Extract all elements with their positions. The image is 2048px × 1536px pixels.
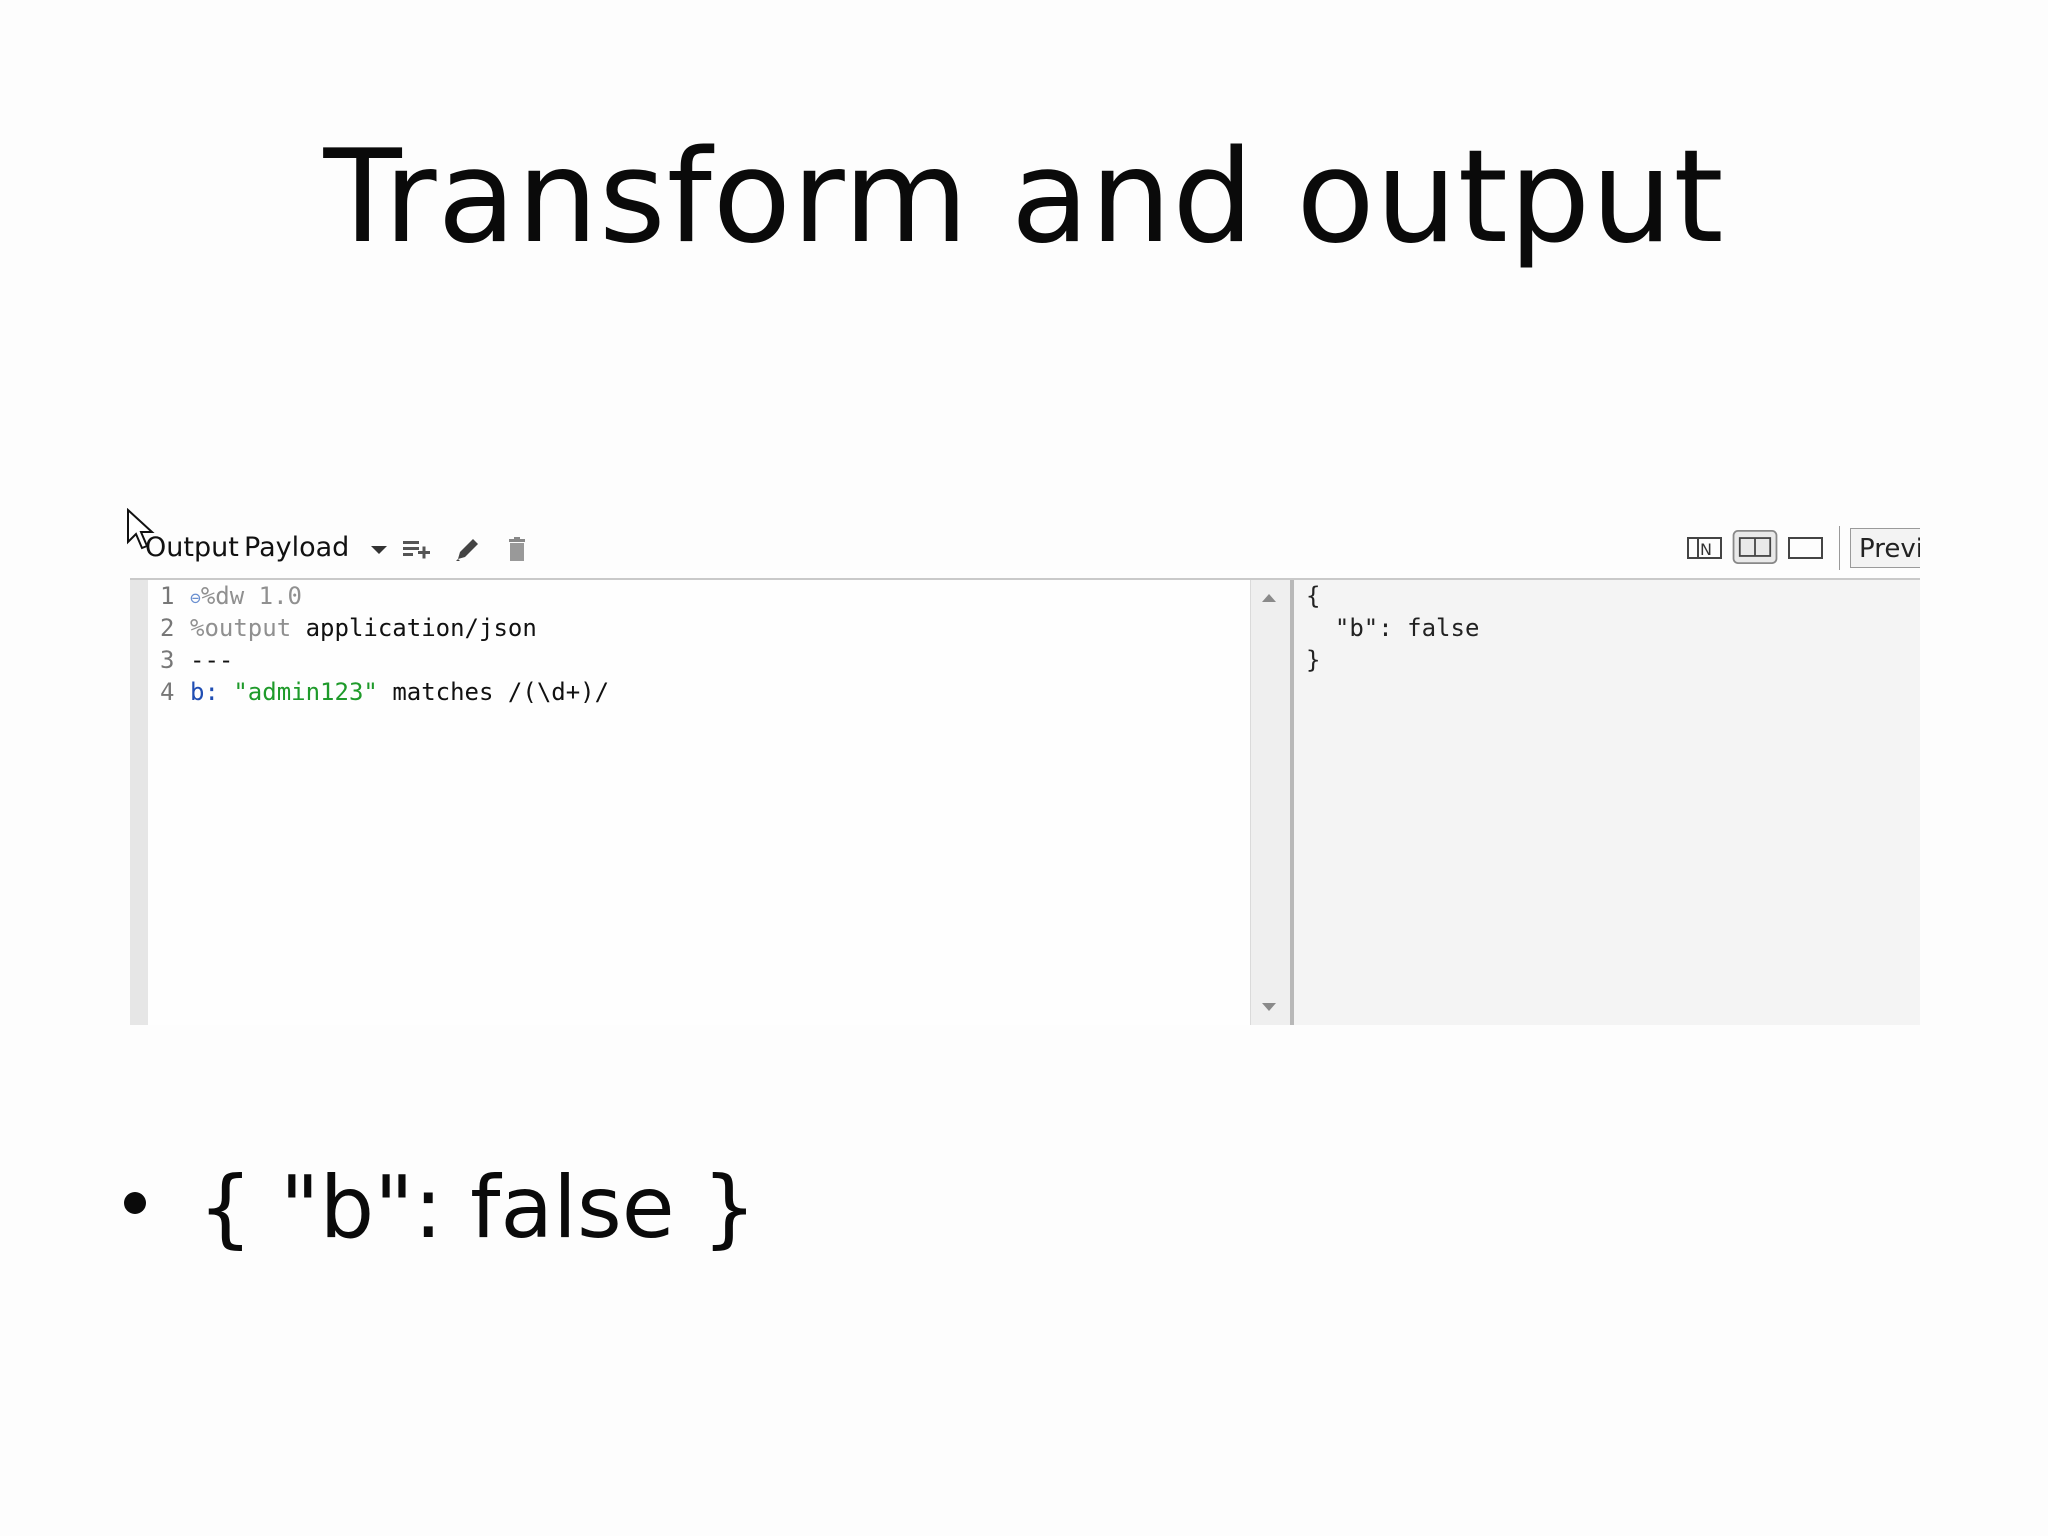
code-token: b xyxy=(190,678,205,706)
code-token: application/json xyxy=(305,614,537,642)
line-number: 2 xyxy=(160,614,175,642)
slide-title: Transform and output xyxy=(323,123,1725,272)
code-line: 1 ⊖%dw 1.0 xyxy=(160,580,302,612)
code-token: matches xyxy=(392,678,494,706)
trash-icon[interactable] xyxy=(500,532,534,566)
scroll-up-icon[interactable] xyxy=(1262,594,1276,602)
pencil-icon[interactable] xyxy=(450,532,484,566)
payload-selector[interactable]: Payload xyxy=(244,532,349,564)
single-view-icon[interactable] xyxy=(1786,530,1826,564)
split-view-icon[interactable] xyxy=(1730,530,1780,564)
editor-toolbar: Output Payload N Previe xyxy=(130,520,1920,576)
fold-icon[interactable]: ⊖ xyxy=(190,588,201,609)
code-token: /(\d+)/ xyxy=(507,678,610,706)
dataweave-editor[interactable]: 1 ⊖%dw 1.0 2 %output application/json 3 ---… xyxy=(148,580,1250,1025)
line-number: 4 xyxy=(160,678,175,706)
code-line: 3 --- xyxy=(160,644,233,676)
code-token: %output xyxy=(190,614,292,642)
editor-scrollbar[interactable] xyxy=(1250,580,1291,1025)
output-preview: { "b": false } xyxy=(1294,580,1920,1025)
code-token: --- xyxy=(190,646,234,674)
output-label: Output xyxy=(145,532,239,563)
source-view-icon[interactable]: N xyxy=(1685,530,1725,564)
preview-button[interactable]: Previe xyxy=(1850,528,1920,568)
code-token: %dw 1.0 xyxy=(200,582,302,610)
output-line: "b": false xyxy=(1306,614,1480,642)
svg-text:N: N xyxy=(1700,540,1712,559)
editor-gutter xyxy=(130,580,148,1025)
bullet-icon xyxy=(124,1192,146,1214)
code-line: 4 b: "admin123" matches /(\d+)/ xyxy=(160,676,609,708)
cursor-icon xyxy=(127,508,155,550)
output-line: { xyxy=(1306,582,1321,610)
dropdown-arrow-icon[interactable] xyxy=(362,532,396,566)
scroll-down-icon[interactable] xyxy=(1262,1003,1276,1011)
code-line: 2 %output application/json xyxy=(160,612,537,644)
output-line: } xyxy=(1306,646,1321,674)
toolbar-separator xyxy=(1839,526,1840,570)
code-token: "admin123" xyxy=(233,678,378,706)
add-list-icon[interactable] xyxy=(400,532,434,566)
line-number: 1 xyxy=(160,582,175,610)
bullet-text: { "b": false } xyxy=(198,1158,757,1258)
code-token: : xyxy=(204,678,219,706)
line-number: 3 xyxy=(160,646,175,674)
